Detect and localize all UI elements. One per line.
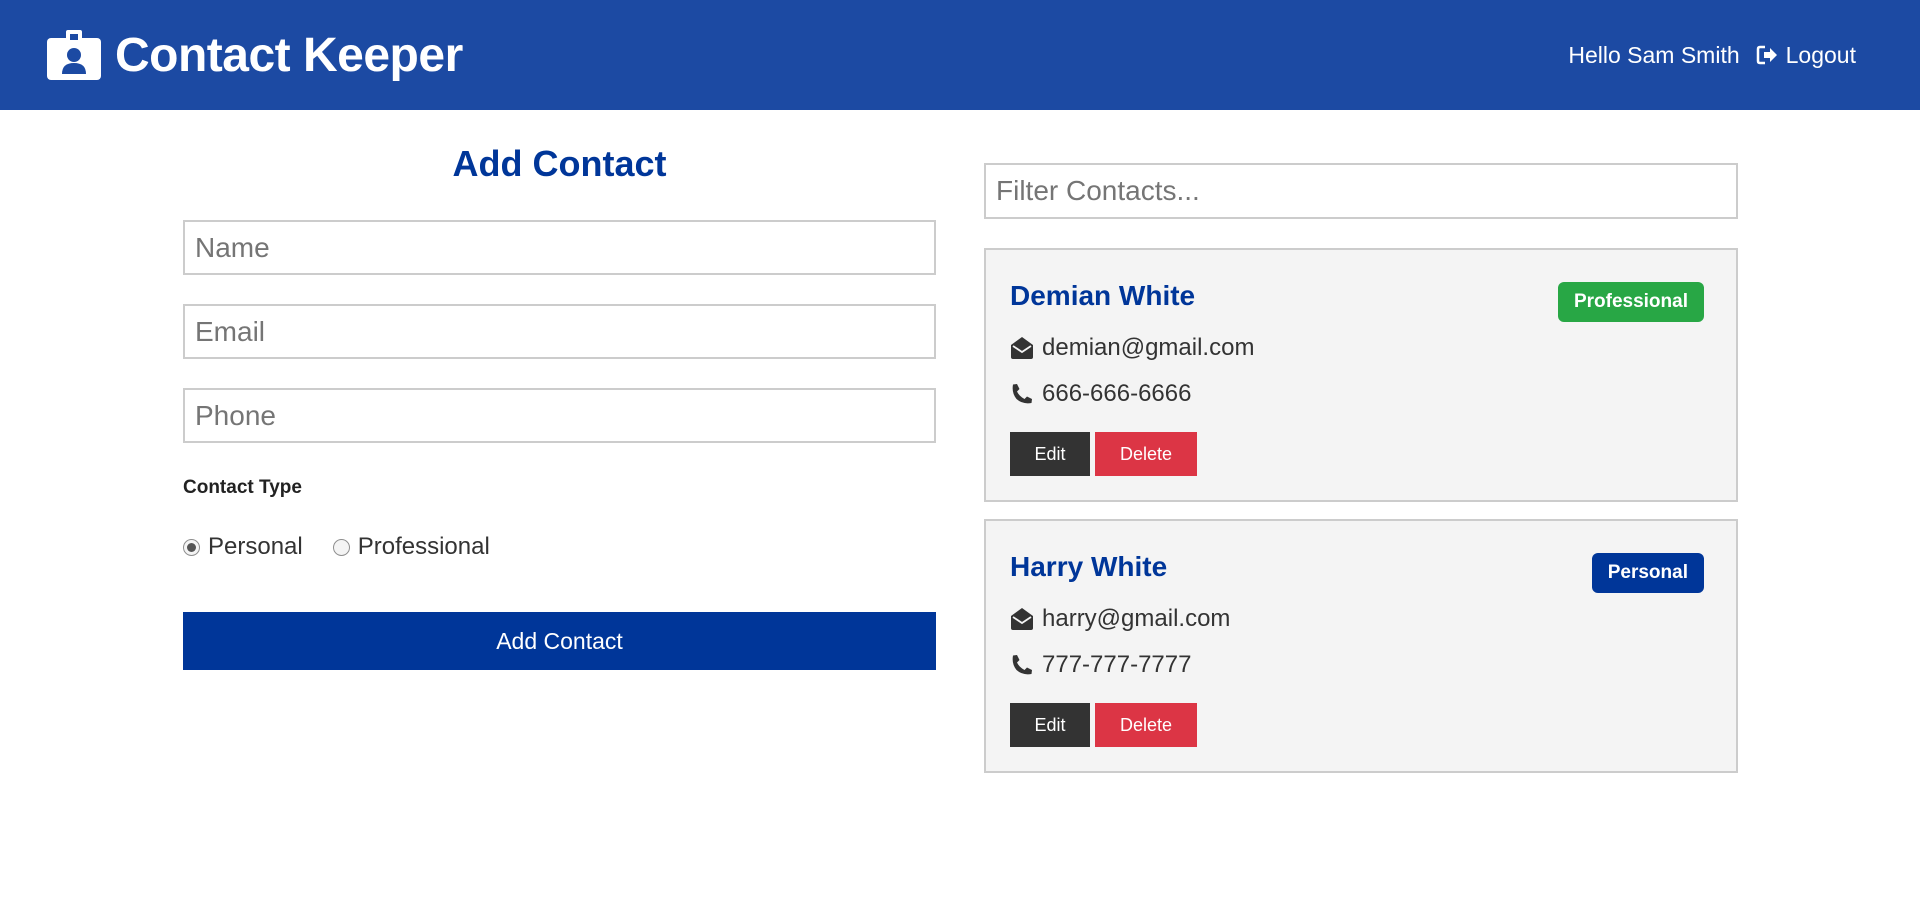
contact-type-radios: Personal Professional <box>183 532 936 562</box>
brand: Contact Keeper <box>47 28 463 83</box>
form-title: Add Contact <box>452 143 667 184</box>
id-badge-icon <box>47 30 101 80</box>
contact-phone-text: 777-777-7777 <box>1042 651 1192 678</box>
radio-button-checked[interactable] <box>183 538 200 556</box>
contact-type-badge: Professional <box>1557 282 1704 322</box>
envelope-open-icon <box>1011 608 1033 630</box>
contact-card: Demian White Professional demian@gmail.c… <box>984 248 1738 502</box>
logout-link[interactable]: Logout <box>1756 42 1856 69</box>
email-input[interactable] <box>183 304 936 359</box>
contact-email-text: harry@gmail.com <box>1042 605 1231 632</box>
edit-button[interactable]: Edit <box>1010 703 1090 747</box>
contact-email: harry@gmail.com <box>1010 605 1230 633</box>
contact-card: Harry White Personal harry@gmail.com 777… <box>984 519 1738 773</box>
app-title: Contact Keeper <box>115 28 463 82</box>
logout-label: Logout <box>1785 41 1856 68</box>
radio-professional-label: Professional <box>357 533 490 560</box>
user-greeting: Hello Sam Smith <box>1568 41 1740 68</box>
phone-icon <box>1012 384 1032 404</box>
filter-contacts-input[interactable] <box>984 163 1738 219</box>
contact-name: Harry White <box>1010 551 1168 582</box>
envelope-open-icon <box>1011 337 1033 359</box>
name-input[interactable] <box>183 220 936 275</box>
sign-out-icon <box>1756 45 1777 65</box>
phone-icon <box>1012 655 1032 675</box>
add-contact-button[interactable]: Add Contact <box>183 612 936 670</box>
nav-right: Hello Sam Smith Logout <box>1568 42 1856 69</box>
phone-input[interactable] <box>183 388 936 443</box>
contact-email: demian@gmail.com <box>1010 334 1254 362</box>
add-contact-form: Add Contact Contact Type Personal Profes… <box>183 110 936 670</box>
contact-email-text: demian@gmail.com <box>1042 334 1255 361</box>
contact-name: Demian White <box>1010 280 1196 311</box>
contacts-list: Demian White Professional demian@gmail.c… <box>984 110 1738 773</box>
radio-professional[interactable]: Professional <box>332 533 490 561</box>
contact-phone-text: 666-666-6666 <box>1042 380 1192 407</box>
navbar: Contact Keeper Hello Sam Smith Logout <box>0 0 1920 110</box>
delete-button[interactable]: Delete <box>1095 703 1197 747</box>
card-actions: Edit Delete <box>1010 703 1197 747</box>
contact-type-badge: Personal <box>1591 553 1704 593</box>
contact-phone: 666-666-6666 <box>1010 380 1191 408</box>
contact-phone: 777-777-7777 <box>1010 651 1191 679</box>
edit-button[interactable]: Edit <box>1010 432 1090 476</box>
radio-personal[interactable]: Personal <box>183 533 303 561</box>
radio-button-unchecked[interactable] <box>332 538 350 556</box>
radio-personal-label: Personal <box>208 533 303 560</box>
delete-button[interactable]: Delete <box>1095 432 1197 476</box>
contact-type-label: Contact Type <box>183 477 302 498</box>
card-actions: Edit Delete <box>1010 432 1197 476</box>
